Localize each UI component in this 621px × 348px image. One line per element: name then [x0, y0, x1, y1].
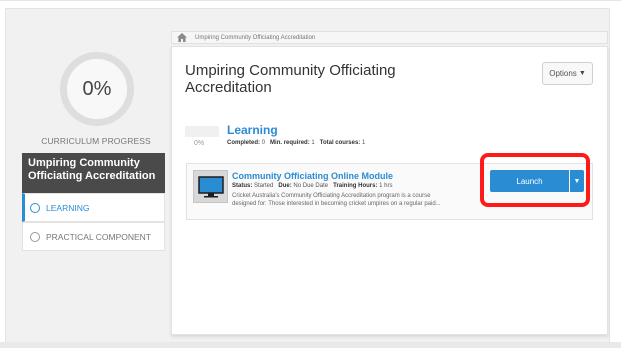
breadcrumb-item[interactable]: Umpiring Community Officiating Accredita…	[195, 35, 315, 41]
sidebar-item-label: PRACTICAL COMPONENT	[46, 231, 152, 242]
sidebar-item-label: LEARNING	[46, 202, 90, 213]
section-status-icon	[30, 202, 40, 213]
curriculum-progress-value: 0%	[82, 77, 112, 100]
min-required-label: Min. required:	[270, 140, 310, 146]
status-label: Status:	[232, 183, 253, 189]
page-title: Umpiring Community Officiating Accredita…	[185, 62, 396, 96]
module-title-link[interactable]: Community Officiating Online Module	[232, 171, 393, 181]
due-label: Due:	[278, 183, 292, 189]
module-description-line: designed for: Those interested in becomi…	[232, 201, 441, 207]
section-status-icon	[30, 231, 40, 242]
module-description-line: Cricket Australia's Community Officiatin…	[232, 193, 431, 199]
completed-label: Completed:	[227, 140, 260, 146]
launch-highlight-box	[480, 153, 590, 207]
due-value: No Due Date	[293, 183, 329, 189]
training-hours-value: 1 hrs	[379, 183, 393, 189]
module-thumbnail[interactable]	[193, 170, 228, 203]
caret-down-icon: ▼	[578, 70, 586, 77]
top-divider	[0, 0, 621, 1]
module-meta: Status: Started Due: No Due Date Trainin…	[232, 183, 392, 189]
bottom-bar	[0, 342, 621, 348]
sidebar-item-learning[interactable]: LEARNING	[22, 193, 165, 222]
curriculum-title: Umpiring Community Officiating Accredita…	[22, 153, 165, 193]
breadcrumb: Umpiring Community Officiating Accredita…	[171, 31, 608, 44]
training-hours-label: Training Hours:	[333, 183, 378, 189]
total-courses-value: 1	[361, 140, 366, 146]
learning-heading: Learning	[227, 123, 278, 137]
home-icon[interactable]	[177, 33, 187, 42]
completed-value: 0	[261, 140, 266, 146]
monitor-icon	[197, 175, 224, 197]
module-description: Cricket Australia's Community Officiatin…	[232, 192, 480, 208]
min-required-value: 1	[311, 140, 315, 146]
curriculum-progress-ring: 0%	[60, 52, 134, 126]
curriculum-progress-label: CURRICULUM PROGRESS	[41, 136, 151, 146]
learning-progress-bar	[185, 126, 219, 137]
options-label: Options	[549, 69, 577, 78]
total-courses-label: Total courses:	[319, 140, 361, 146]
sidebar-item-practical-component[interactable]: PRACTICAL COMPONENT	[22, 222, 165, 251]
status-value: Started	[254, 183, 274, 189]
options-button[interactable]: Options ▼	[542, 62, 593, 85]
learning-percent: 0%	[194, 140, 205, 147]
learning-stats: Completed: 0 Min. required: 1 Total cour…	[227, 140, 365, 146]
